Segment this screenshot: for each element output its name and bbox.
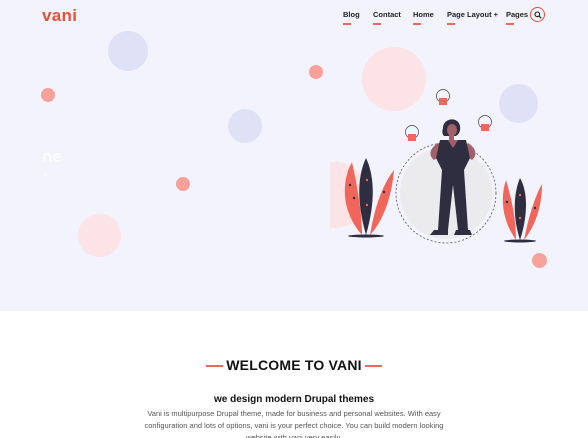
site-header: vani Blog Contact Home Page Layout + Pag… [0, 0, 588, 32]
welcome-title: WELCOME TO VANI [226, 357, 362, 373]
decor-circle [108, 31, 148, 71]
nav-underline [447, 23, 455, 25]
nav-item-label: Blog [343, 10, 360, 19]
title-divider-right [365, 365, 382, 367]
nav-item-home[interactable]: Home [413, 10, 434, 25]
nav-item-blog[interactable]: Blog [343, 10, 360, 25]
decor-circle [309, 65, 323, 79]
decor-circle [78, 214, 121, 257]
search-button[interactable] [530, 7, 545, 22]
nav-underline [506, 23, 514, 25]
nav-item-pages[interactable]: Pages [506, 10, 529, 25]
nav-item-label: Contact [373, 10, 401, 19]
nav-item-label: Page Layout + [447, 10, 499, 19]
nav-item-label: Pages [506, 10, 529, 19]
nav-underline [343, 23, 351, 25]
welcome-description: Vani is multipurpose Drupal theme, made … [144, 409, 444, 438]
hero-faded-dot [44, 173, 47, 176]
hero-illustration [330, 89, 542, 244]
hero-faded-heading: ne [42, 147, 62, 166]
left-plant-leaves [344, 158, 394, 238]
main-nav: Blog Contact Home Page Layout + Pages [0, 10, 588, 26]
right-plant-leaves [502, 178, 542, 243]
decor-circle [228, 109, 262, 143]
hero-section: ne vani Blog Contact Home Page Layout + … [0, 0, 588, 311]
search-icon [533, 10, 542, 19]
decor-circle [41, 88, 55, 102]
nav-item-label: Home [413, 10, 434, 19]
nav-underline [413, 23, 421, 25]
nav-item-contact[interactable]: Contact [373, 10, 401, 25]
welcome-section: WELCOME TO VANI we design modern Drupal … [0, 311, 588, 438]
decor-circle [176, 177, 190, 191]
welcome-subtitle: we design modern Drupal themes [213, 394, 375, 405]
nav-item-page-layout[interactable]: Page Layout + [447, 10, 499, 25]
nav-underline [373, 23, 381, 25]
